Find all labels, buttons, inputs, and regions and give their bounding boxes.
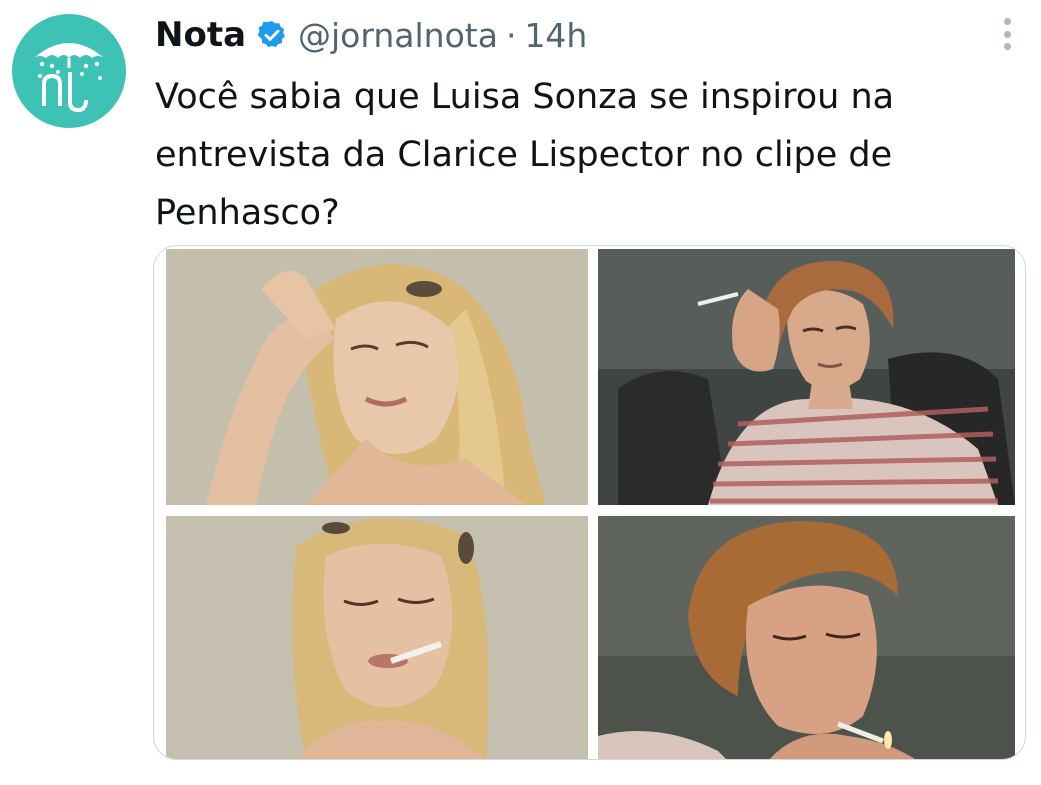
tweet-header: Nota @jornalnota · 14h <box>155 12 587 58</box>
tweet-text: Você sabia que Luisa Sonza se inspirou n… <box>155 77 895 233</box>
media-photo-4[interactable] <box>598 516 1015 759</box>
display-name[interactable]: Nota <box>155 15 246 55</box>
media-photo-3[interactable] <box>166 516 588 759</box>
tweet[interactable]: Nota @jornalnota · 14h Você sabia que Lu… <box>0 0 1041 785</box>
separator-dot: · <box>505 15 517 55</box>
more-options-icon[interactable] <box>997 14 1017 54</box>
verified-badge-icon[interactable] <box>256 19 288 51</box>
avatar[interactable] <box>12 14 126 128</box>
media-photo-2[interactable] <box>598 249 1015 505</box>
media-grid[interactable] <box>153 245 1026 760</box>
timestamp[interactable]: 14h <box>524 16 587 55</box>
user-handle[interactable]: @jornalnota <box>298 16 498 55</box>
media-photo-1[interactable] <box>166 249 588 505</box>
umbrella-logo-icon <box>34 43 104 113</box>
